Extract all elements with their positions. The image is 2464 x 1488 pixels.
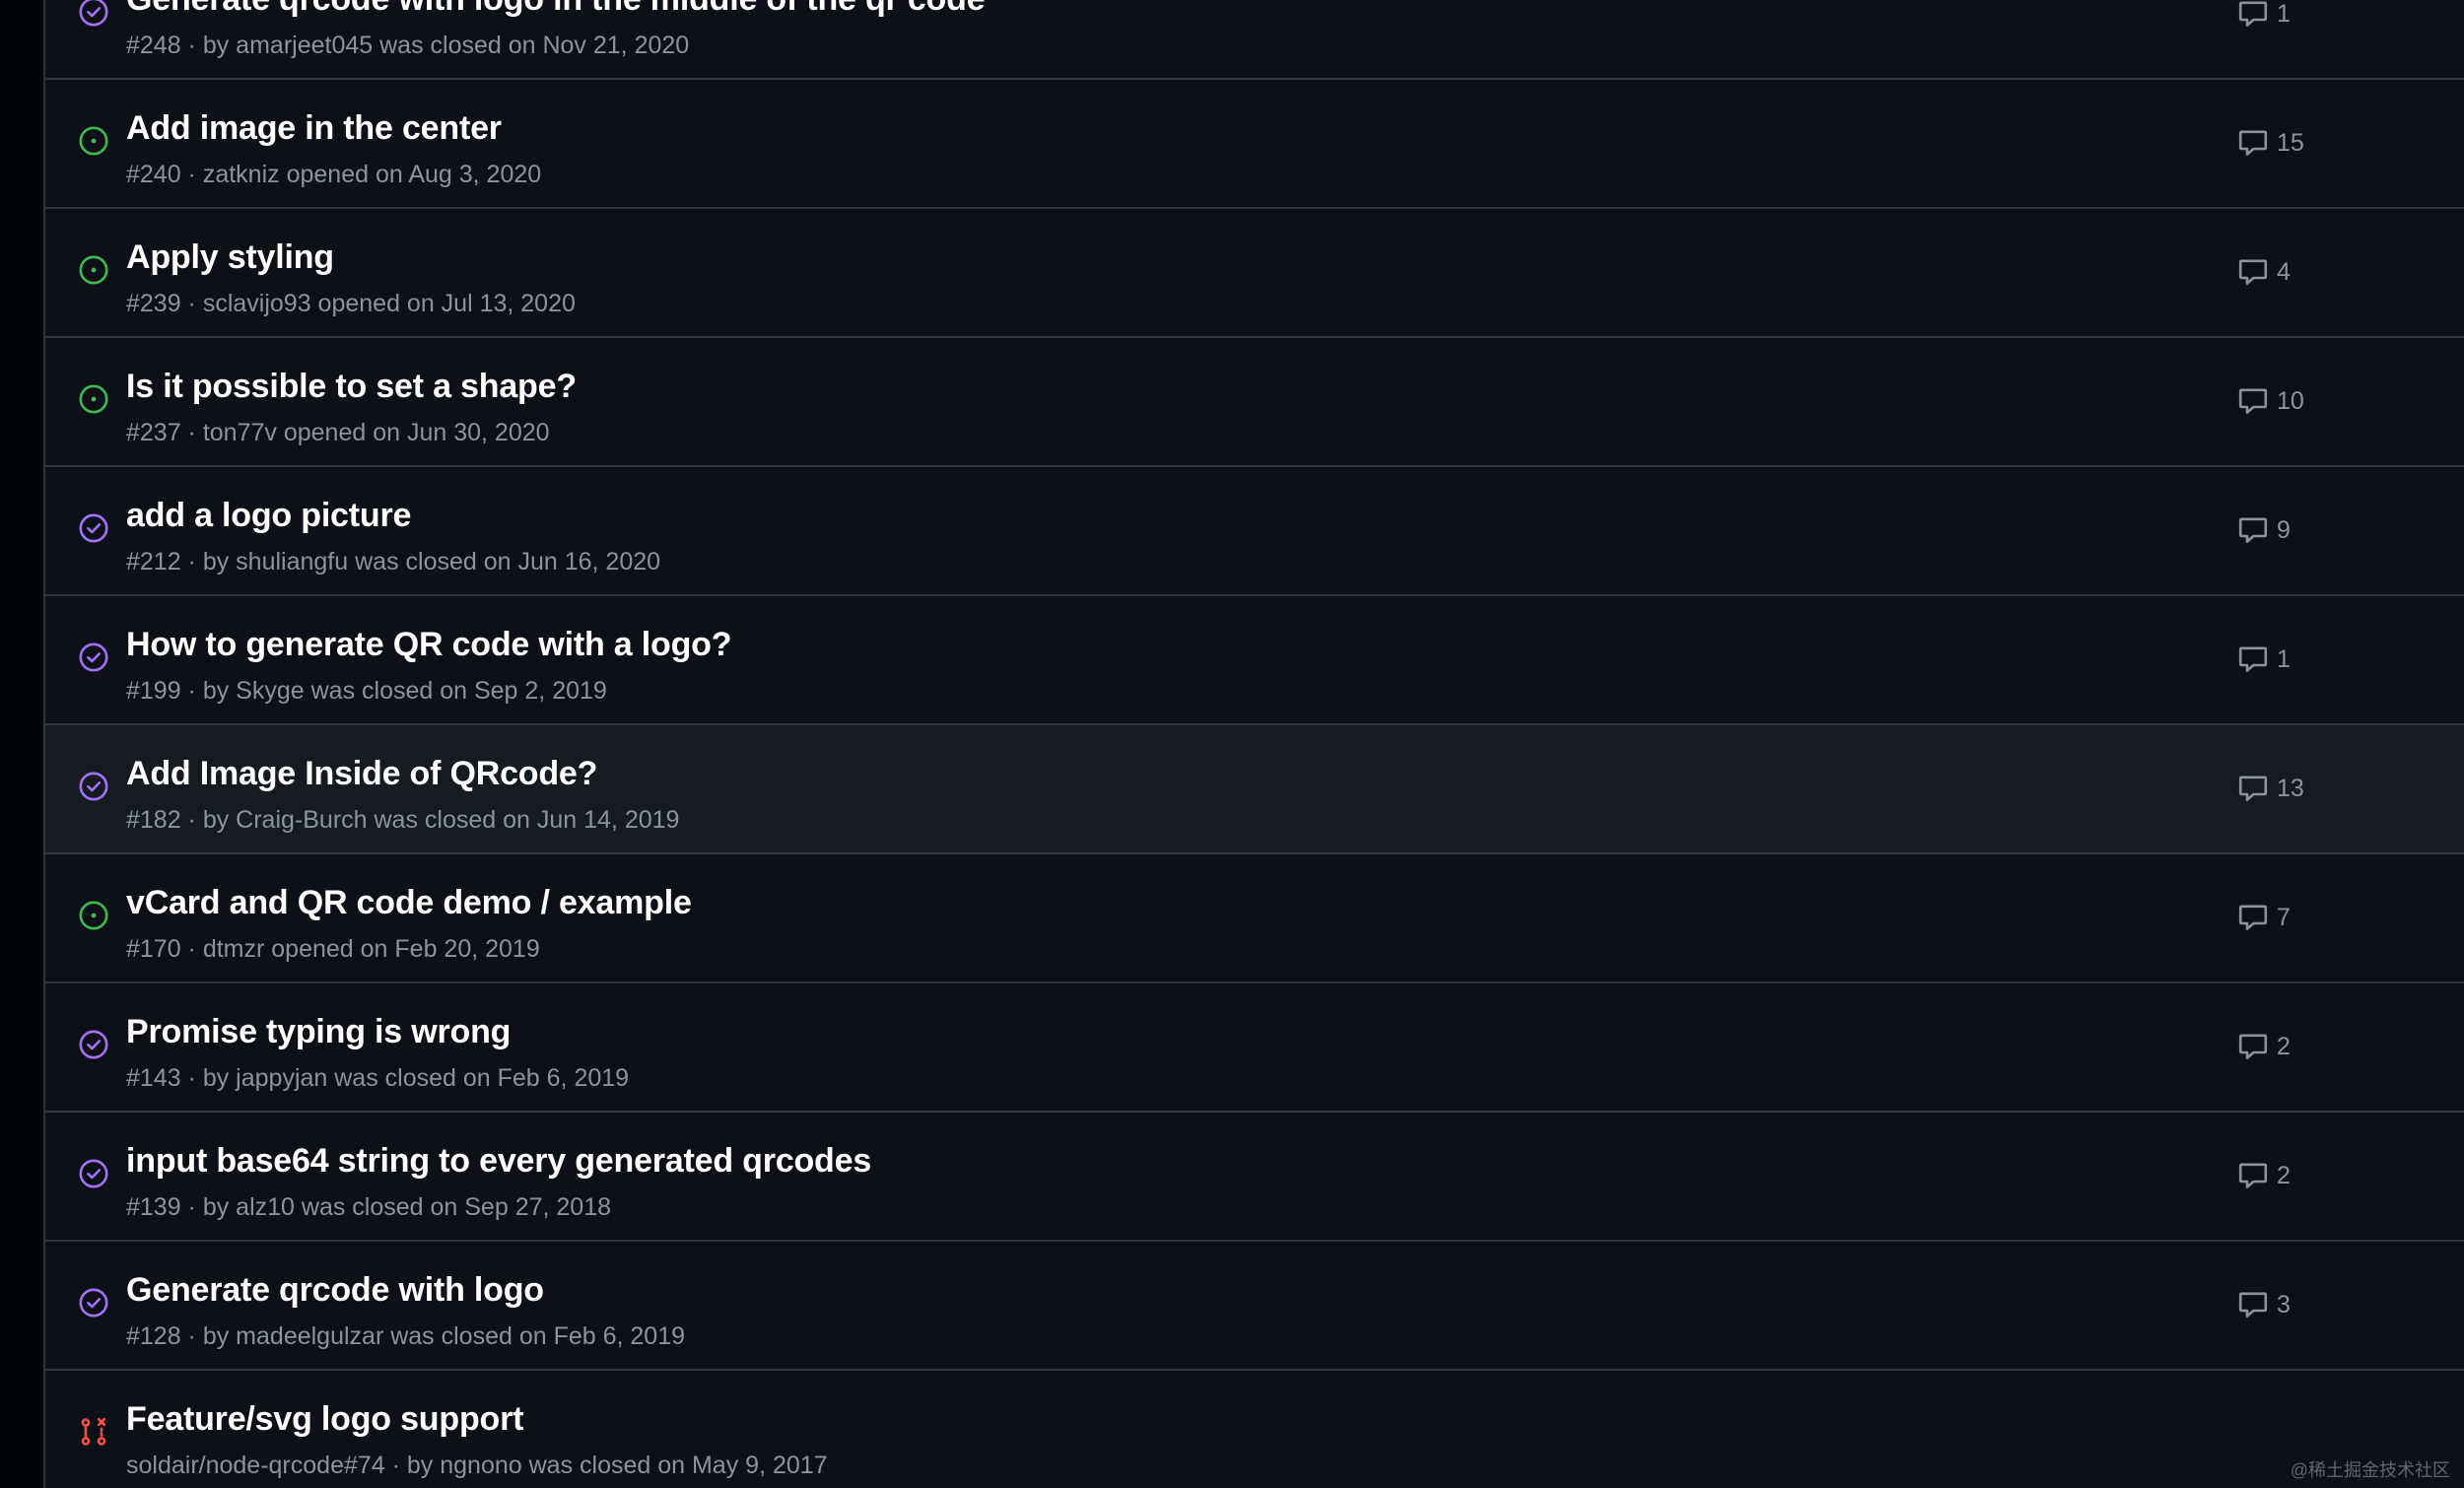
issue-meta: #240 · zatkniz opened on Aug 3, 2020 <box>126 161 542 188</box>
comment-count: 1 <box>2277 0 2291 28</box>
issue-closed-icon <box>78 512 109 544</box>
issue-closed-icon <box>78 0 109 28</box>
comment-icon <box>2237 385 2277 417</box>
comment-count: 2 <box>2277 1032 2291 1060</box>
comment-icon <box>2237 0 2277 30</box>
comments-link[interactable]: 3 <box>2237 1289 2291 1320</box>
issue-title-link[interactable]: Apply styling <box>126 238 334 277</box>
comment-icon <box>2237 514 2277 546</box>
issue-title-link[interactable]: Promise typing is wrong <box>126 1013 511 1051</box>
issue-title-link[interactable]: Feature/svg logo support <box>126 1400 523 1439</box>
comment-count: 15 <box>2277 128 2304 157</box>
issue-meta: #212 · by shuliangfu was closed on Jun 1… <box>126 548 661 575</box>
issue-row[interactable]: vCard and QR code demo / example #170 · d… <box>45 854 2464 983</box>
issue-meta: #143 · by jappyjan was closed on Feb 6, … <box>126 1064 630 1092</box>
issue-closed-icon <box>78 642 109 673</box>
issue-opened-icon <box>78 383 109 415</box>
issue-meta: soldair/node-qrcode#74 · by ngnono was c… <box>126 1452 828 1479</box>
issue-meta: #237 · ton77v opened on Jun 30, 2020 <box>126 419 550 446</box>
comments-link[interactable]: 15 <box>2237 127 2304 159</box>
issue-row[interactable]: Is it possible to set a shape? #237 · ton… <box>45 338 2464 467</box>
issue-row[interactable]: Apply styling #239 · sclavijo93 opened on… <box>45 209 2464 338</box>
issue-meta: #128 · by madeelgulzar was closed on Feb… <box>126 1322 686 1350</box>
issue-title-link[interactable]: Add Image Inside of QRcode? <box>126 755 597 793</box>
issue-row[interactable]: input base64 string to every generated q… <box>45 1113 2464 1242</box>
issue-title-link[interactable]: Generate qrcode with logo in the middle … <box>126 0 986 19</box>
comment-count: 7 <box>2277 903 2291 931</box>
issue-title-link[interactable]: Generate qrcode with logo <box>126 1271 544 1310</box>
comment-icon <box>2237 1289 2277 1320</box>
comments-link[interactable]: 10 <box>2237 385 2304 417</box>
issue-closed-icon <box>78 1029 109 1060</box>
issue-meta: #170 · dtmzr opened on Feb 20, 2019 <box>126 935 540 963</box>
issue-title-link[interactable]: Add image in the center <box>126 109 502 148</box>
watermark: @稀土掘金技术社区 <box>2290 1460 2450 1480</box>
comment-count: 3 <box>2277 1290 2291 1319</box>
issue-opened-icon <box>78 254 109 286</box>
comment-icon <box>2237 256 2277 288</box>
issue-row[interactable]: How to generate QR code with a logo? #199… <box>45 596 2464 725</box>
issue-meta: #182 · by Craig-Burch was closed on Jun … <box>126 806 680 834</box>
comments-link[interactable]: 13 <box>2237 773 2304 804</box>
issue-closed-icon <box>78 771 109 802</box>
pull-request-closed-icon <box>78 1416 109 1448</box>
issue-list: Generate qrcode with logo in the middle … <box>43 0 2464 1488</box>
comment-icon <box>2237 1031 2277 1062</box>
comment-icon <box>2237 127 2277 159</box>
comment-count: 10 <box>2277 386 2304 415</box>
comment-count: 13 <box>2277 774 2304 802</box>
comments-link[interactable]: 2 <box>2237 1160 2291 1191</box>
comment-count: 4 <box>2277 257 2291 286</box>
comment-count: 9 <box>2277 515 2291 544</box>
issues-page: Generate qrcode with logo in the middle … <box>0 0 2464 1488</box>
comments-link[interactable]: 1 <box>2237 0 2291 30</box>
comments-link[interactable]: 1 <box>2237 643 2291 675</box>
issue-closed-icon <box>78 1158 109 1189</box>
issue-row[interactable]: Generate qrcode with logo #128 · by madee… <box>45 1242 2464 1371</box>
issue-opened-icon <box>78 900 109 931</box>
issue-row[interactable]: Add image in the center #240 · zatkniz op… <box>45 80 2464 209</box>
issue-row[interactable]: Promise typing is wrong #143 · by jappyja… <box>45 983 2464 1113</box>
comment-icon <box>2237 773 2277 804</box>
issue-row[interactable]: Generate qrcode with logo in the middle … <box>45 0 2464 80</box>
issue-title-link[interactable]: Is it possible to set a shape? <box>126 368 577 406</box>
comments-link[interactable]: 2 <box>2237 1031 2291 1062</box>
issue-title-link[interactable]: How to generate QR code with a logo? <box>126 626 731 664</box>
issue-opened-icon <box>78 125 109 157</box>
comment-icon <box>2237 902 2277 933</box>
issue-meta: #139 · by alz10 was closed on Sep 27, 20… <box>126 1193 612 1221</box>
comment-icon <box>2237 643 2277 675</box>
issue-title-link[interactable]: vCard and QR code demo / example <box>126 884 692 922</box>
comment-icon <box>2237 1160 2277 1191</box>
issue-closed-icon <box>78 1287 109 1319</box>
issue-title-link[interactable]: input base64 string to every generated q… <box>126 1142 871 1181</box>
issue-meta: #199 · by Skyge was closed on Sep 2, 201… <box>126 677 607 705</box>
issue-title-link[interactable]: add a logo picture <box>126 497 411 535</box>
issue-row[interactable]: Add Image Inside of QRcode? #182 · by Cra… <box>45 725 2464 854</box>
issue-meta: #248 · by amarjeet045 was closed on Nov … <box>126 32 690 59</box>
issue-row[interactable]: add a logo picture #212 · by shuliangfu w… <box>45 467 2464 596</box>
issue-row[interactable]: Feature/svg logo support soldair/node-qrc… <box>45 1371 2464 1488</box>
comments-link[interactable]: 9 <box>2237 514 2291 546</box>
comment-count: 1 <box>2277 644 2291 673</box>
left-gutter <box>0 0 43 1488</box>
comments-link[interactable]: 7 <box>2237 902 2291 933</box>
comments-link[interactable]: 4 <box>2237 256 2291 288</box>
issue-meta: #239 · sclavijo93 opened on Jul 13, 2020 <box>126 290 576 317</box>
comment-count: 2 <box>2277 1161 2291 1189</box>
